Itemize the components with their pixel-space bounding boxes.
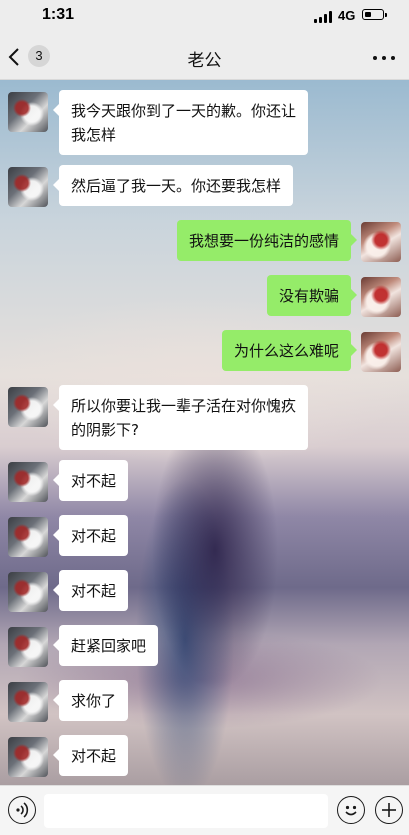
contact-avatar[interactable]: [8, 462, 48, 502]
message-text: 求你了: [71, 692, 117, 710]
plus-button[interactable]: [375, 796, 403, 824]
more-button[interactable]: [371, 44, 397, 70]
chat-title: 老公: [187, 51, 222, 71]
contact-avatar[interactable]: [8, 572, 48, 612]
contact-avatar[interactable]: [8, 92, 48, 132]
emoji-button[interactable]: [337, 796, 365, 824]
received-message-bubble[interactable]: 然后逼了我一天。你还要我怎样: [52, 165, 294, 206]
received-message-bubble[interactable]: 赶紧回家吧: [52, 625, 159, 666]
received-message-bubble[interactable]: 对不起: [52, 735, 129, 776]
my-avatar[interactable]: [361, 222, 401, 262]
message-text: 对不起: [71, 582, 117, 600]
received-message-bubble[interactable]: 求你了: [52, 680, 129, 721]
received-message-bubble[interactable]: 我今天跟你到了一天的歉。你还让 我怎样: [52, 90, 309, 155]
battery-icon: [362, 9, 387, 20]
message-text: 没有欺骗: [278, 287, 339, 305]
sent-message-bubble[interactable]: 没有欺骗: [266, 275, 358, 316]
message-text: 我想要一份纯洁的感情: [188, 232, 339, 250]
contact-avatar[interactable]: [8, 167, 48, 207]
network-type: 4G: [338, 8, 356, 23]
sent-message-bubble[interactable]: 我想要一份纯洁的感情: [176, 220, 358, 261]
contact-avatar[interactable]: [8, 682, 48, 722]
plus-icon: [382, 803, 396, 817]
message-text: 我今天跟你到了一天的歉。你还让: [71, 102, 297, 120]
received-message-bubble[interactable]: 所以你要让我一辈子活在对你愧疚 的阴影下?: [52, 385, 309, 450]
voice-icon: [16, 802, 29, 818]
message-text: 的阴影下?: [71, 421, 139, 439]
message-text: 对不起: [71, 747, 117, 765]
contact-avatar[interactable]: [8, 627, 48, 667]
contact-avatar[interactable]: [8, 737, 48, 777]
input-bar: [0, 785, 409, 835]
sent-message-bubble[interactable]: 为什么这么难呢: [221, 330, 358, 371]
received-message-bubble[interactable]: 对不起: [52, 515, 129, 556]
status-time: 1:31: [42, 6, 75, 23]
message-text: 对不起: [71, 472, 117, 490]
received-message-bubble[interactable]: 对不起: [52, 460, 129, 501]
message-input[interactable]: [44, 794, 328, 828]
signal-icon: [314, 11, 334, 23]
emoji-icon: [345, 805, 357, 816]
received-message-bubble[interactable]: 对不起: [52, 570, 129, 611]
message-text: 所以你要让我一辈子活在对你愧疚: [71, 397, 297, 415]
chat-header: 3 老公: [0, 34, 409, 80]
message-text: 然后逼了我一天。你还要我怎样: [71, 177, 282, 195]
message-text: 对不起: [71, 527, 117, 545]
contact-avatar[interactable]: [8, 517, 48, 557]
contact-avatar[interactable]: [8, 387, 48, 427]
status-bar: 1:31 4G: [0, 0, 409, 34]
voice-button[interactable]: [8, 796, 36, 824]
my-avatar[interactable]: [361, 332, 401, 372]
message-list[interactable]: 我今天跟你到了一天的歉。你还让 我怎样然后逼了我一天。你还要我怎样我想要一份纯洁的…: [0, 80, 409, 785]
message-text: 赶紧回家吧: [71, 637, 147, 655]
my-avatar[interactable]: [361, 277, 401, 317]
message-text: 为什么这么难呢: [233, 342, 339, 360]
message-text: 我怎样: [71, 126, 117, 144]
